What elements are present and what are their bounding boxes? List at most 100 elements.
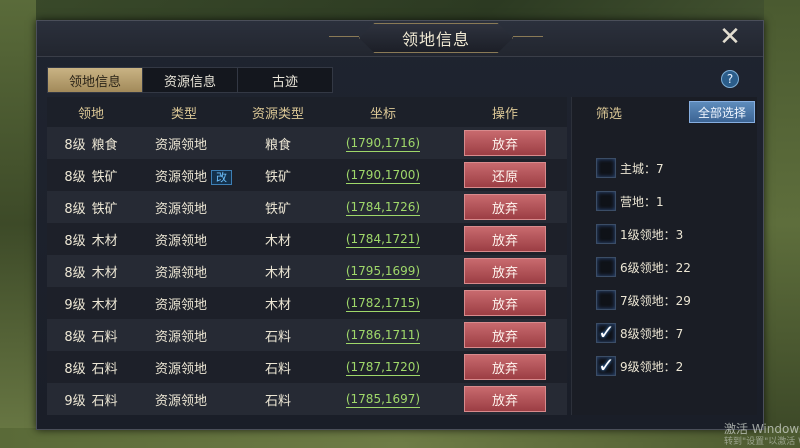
close-icon[interactable]: ✕ — [717, 24, 743, 51]
column-header-resource-type: 资源类型 — [251, 106, 304, 122]
type-cell: 资源领地 — [135, 134, 233, 153]
territory-type: 资源领地 — [155, 297, 208, 313]
filter-checkbox[interactable] — [596, 158, 616, 178]
territory-level: 9级 — [64, 297, 86, 313]
abandon-button[interactable]: 放弃 — [464, 290, 546, 316]
filter-header: 筛选 全部选择 — [572, 97, 757, 127]
filter-item[interactable]: 营地：1 — [596, 190, 664, 212]
territory-level: 8级 — [64, 137, 86, 153]
background-left — [0, 0, 36, 448]
coordinate-cell: (1790,1716) — [323, 136, 443, 152]
title-ornament-left — [329, 36, 359, 37]
background-right — [764, 0, 800, 448]
coordinate-link[interactable]: (1790,1700) — [345, 168, 421, 184]
action-cell: 还原 — [443, 162, 567, 188]
territory-level: 8级 — [64, 329, 86, 345]
column-header-coordinates: 坐标 — [369, 106, 396, 122]
filter-item[interactable]: ✓ 8级领地：7 — [596, 320, 684, 344]
filter-checkbox[interactable] — [596, 191, 616, 211]
abandon-button[interactable]: 放弃 — [464, 386, 546, 412]
action-cell: 放弃 — [443, 354, 567, 380]
abandon-button[interactable]: 放弃 — [464, 130, 546, 156]
select-all-button[interactable]: 全部选择 — [689, 101, 755, 123]
territory-name: 木材 — [91, 233, 118, 249]
resource-type-cell: 石料 — [264, 393, 291, 409]
resource-type-cell: 铁矿 — [264, 201, 291, 217]
territory-cell: 8级 木材 — [47, 230, 135, 249]
column-header-territory: 领地 — [77, 106, 104, 122]
restore-button[interactable]: 还原 — [464, 162, 546, 188]
filter-item[interactable]: 6级领地：22 — [596, 256, 691, 278]
filter-item[interactable]: 1级领地：3 — [596, 223, 683, 245]
territory-level: 8级 — [64, 169, 86, 185]
filter-checkbox[interactable] — [596, 224, 616, 244]
filter-item[interactable]: 主城：7 — [596, 157, 664, 179]
territory-cell: 9级 木材 — [47, 294, 135, 313]
resource-type-cell: 石料 — [264, 361, 291, 377]
table-row: 8级 铁矿 资源领地改铁矿 (1790,1700) 还原 — [47, 159, 567, 191]
coordinate-cell: (1787,1720) — [323, 360, 443, 376]
table-row: 9级 木材 资源领地 木材 (1782,1715) 放弃 — [47, 287, 567, 319]
type-cell: 资源领地 — [135, 262, 233, 281]
coordinate-cell: (1795,1699) — [323, 264, 443, 280]
abandon-button[interactable]: 放弃 — [464, 354, 546, 380]
type-cell: 资源领地 — [135, 390, 233, 409]
territory-type: 资源领地 — [155, 361, 208, 377]
coordinate-link[interactable]: (1795,1699) — [345, 264, 421, 280]
filter-item[interactable]: 7级领地：29 — [596, 289, 691, 311]
filter-item-label: 8级领地：7 — [620, 326, 684, 341]
coordinate-link[interactable]: (1784,1726) — [345, 200, 421, 216]
territory-level: 8级 — [64, 265, 86, 281]
territory-cell: 8级 粮食 — [47, 134, 135, 153]
tab-resource-info[interactable]: 资源信息 — [142, 67, 238, 93]
territory-cell: 8级 石料 — [47, 358, 135, 377]
action-cell: 放弃 — [443, 290, 567, 316]
resource-type-cell: 铁矿 — [264, 169, 291, 185]
coordinate-cell: (1790,1700) — [323, 168, 443, 184]
territory-name: 木材 — [91, 297, 118, 313]
filter-checkbox[interactable] — [596, 257, 616, 277]
tab-territory-info[interactable]: 领地信息 — [47, 67, 143, 93]
coordinate-link[interactable]: (1782,1715) — [345, 296, 421, 312]
filter-checkbox[interactable]: ✓ — [596, 320, 616, 344]
territory-cell: 8级 木材 — [47, 262, 135, 281]
type-cell: 资源领地 — [135, 230, 233, 249]
coordinate-link[interactable]: (1785,1697) — [345, 392, 421, 408]
territory-type: 资源领地 — [155, 393, 208, 409]
type-cell: 资源领地改 — [135, 166, 233, 185]
panel-title: 领地信息 — [359, 23, 513, 53]
check-icon: ✓ — [598, 320, 615, 344]
tab-relics[interactable]: 古迹 — [237, 67, 333, 93]
territory-type: 资源领地 — [155, 265, 208, 281]
filter-checkbox[interactable]: ✓ — [596, 353, 616, 377]
column-header-type: 类型 — [170, 106, 197, 122]
abandon-button[interactable]: 放弃 — [464, 194, 546, 220]
abandon-button[interactable]: 放弃 — [464, 322, 546, 348]
territory-type: 资源领地 — [155, 201, 208, 217]
abandon-button[interactable]: 放弃 — [464, 226, 546, 252]
territory-level: 8级 — [64, 233, 86, 249]
coordinate-link[interactable]: (1790,1716) — [345, 136, 421, 152]
title-ornament-right — [513, 36, 543, 37]
table-row: 8级 木材 资源领地 木材 (1795,1699) 放弃 — [47, 255, 567, 287]
territory-name: 石料 — [91, 393, 118, 409]
filter-item-label: 主城：7 — [620, 161, 664, 176]
table-row: 8级 石料 资源领地 石料 (1787,1720) 放弃 — [47, 351, 567, 383]
territory-name: 石料 — [91, 329, 118, 345]
coordinate-cell: (1782,1715) — [323, 296, 443, 312]
coordinate-link[interactable]: (1784,1721) — [345, 232, 421, 248]
filter-item-label: 7级领地：29 — [620, 293, 691, 308]
territory-type: 资源领地 — [155, 233, 208, 249]
abandon-button[interactable]: 放弃 — [464, 258, 546, 284]
filter-checkbox[interactable] — [596, 290, 616, 310]
type-cell: 资源领地 — [135, 294, 233, 313]
resource-type-cell: 粮食 — [264, 137, 291, 153]
table-header: 领地 类型 资源类型 坐标 操作 — [47, 97, 567, 127]
filter-label: 筛选 — [596, 106, 623, 122]
modify-badge[interactable]: 改 — [211, 169, 233, 185]
coordinate-link[interactable]: (1787,1720) — [345, 360, 421, 376]
coordinate-link[interactable]: (1786,1711) — [345, 328, 421, 344]
filter-item[interactable]: ✓ 9级领地：2 — [596, 353, 683, 377]
territory-info-panel: 领地信息 ✕ 领地信息 资源信息 古迹 ? 领地 类型 资源类型 坐标 操作 8… — [36, 20, 764, 430]
help-icon[interactable]: ? — [721, 70, 739, 88]
